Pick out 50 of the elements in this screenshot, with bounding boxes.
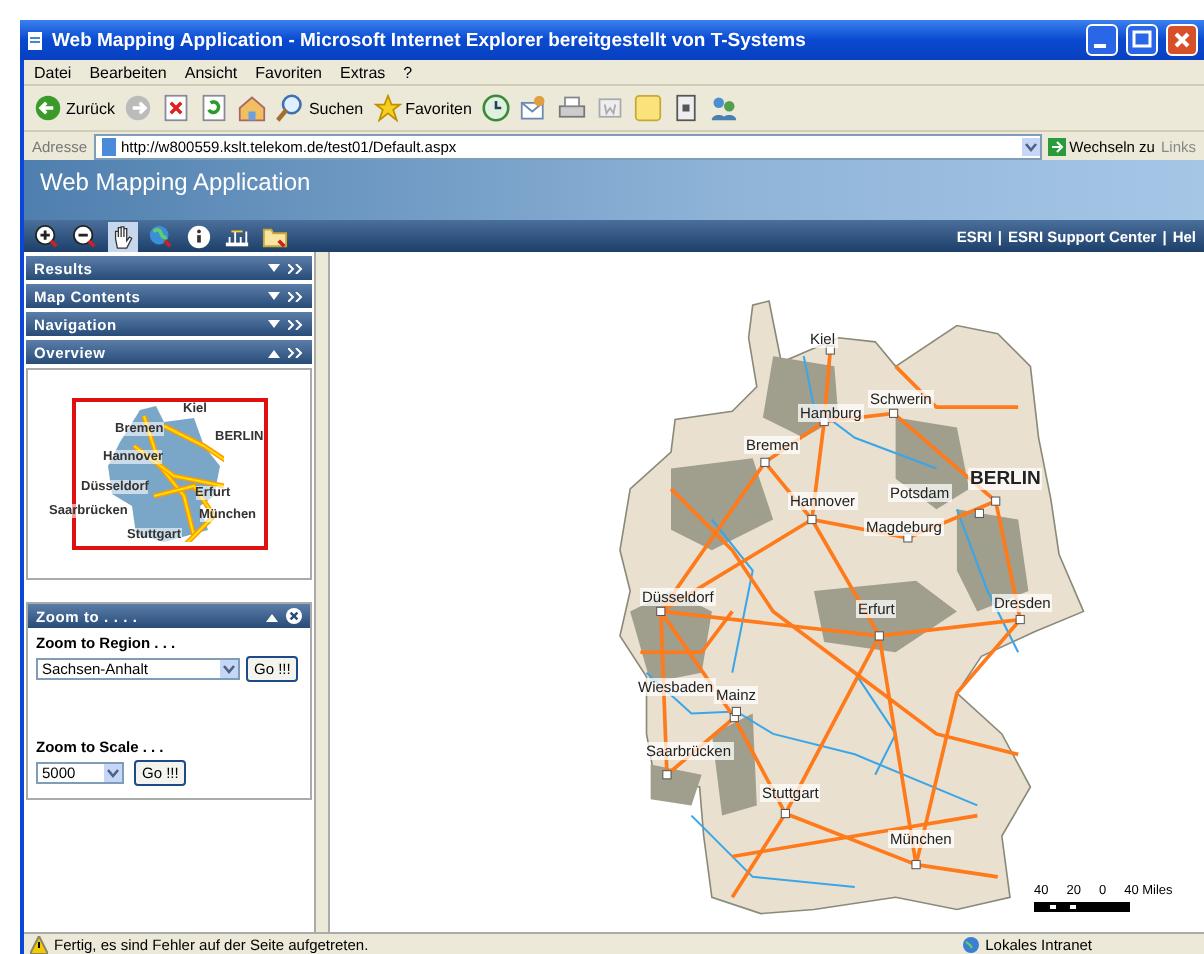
- zoom-in-tool[interactable]: [32, 221, 62, 251]
- minimize-icon[interactable]: [1086, 24, 1118, 56]
- double-chevron-icon[interactable]: [288, 319, 304, 329]
- close-icon[interactable]: [286, 608, 302, 624]
- back-icon: [34, 94, 62, 122]
- maximize-icon[interactable]: [1126, 24, 1158, 56]
- stop-icon[interactable]: [162, 94, 191, 122]
- refresh-icon[interactable]: [200, 94, 229, 122]
- scale-bar: [1034, 902, 1130, 912]
- collapse-arrow-icon[interactable]: [266, 611, 278, 621]
- menu-item[interactable]: Ansicht: [184, 63, 238, 81]
- people-icon[interactable]: [709, 94, 738, 122]
- device-icon[interactable]: [671, 94, 700, 122]
- zoom-out-tool[interactable]: [70, 221, 100, 251]
- globe-icon: [961, 935, 980, 953]
- collapse-arrow-icon[interactable]: [268, 347, 280, 357]
- page-icon: [26, 31, 44, 49]
- dropdown-arrow-icon[interactable]: [1021, 137, 1040, 155]
- toolbar-button[interactable]: Favoriten: [373, 94, 472, 122]
- menu-item[interactable]: ?: [403, 63, 413, 81]
- page-icon: [99, 137, 118, 155]
- history-icon[interactable]: [481, 94, 510, 122]
- menu-item[interactable]: Extras: [339, 63, 386, 81]
- mail-icon[interactable]: [519, 94, 548, 122]
- expand-arrow-icon[interactable]: [268, 291, 280, 301]
- globe-tool[interactable]: [146, 221, 176, 251]
- expand-arrow-icon[interactable]: [268, 263, 280, 273]
- expand-arrow-icon[interactable]: [268, 319, 280, 329]
- print-icon[interactable]: [557, 94, 586, 122]
- city-label: BERLIN: [968, 468, 1043, 490]
- info-tool[interactable]: [184, 221, 214, 251]
- home-icon[interactable]: [238, 94, 267, 122]
- warning-icon[interactable]: [30, 935, 48, 953]
- toolbar-button[interactable]: Suchen: [276, 94, 364, 122]
- favorites-icon: [373, 94, 402, 122]
- arrow-icon: [1047, 137, 1066, 155]
- toolbar-button[interactable]: Zurück: [34, 94, 115, 122]
- pan-tool[interactable]: [108, 221, 138, 251]
- dropdown-arrow-icon[interactable]: [220, 660, 238, 678]
- app-title: Web Mapping Application: [40, 168, 311, 196]
- search-icon: [276, 94, 305, 122]
- double-chevron-icon[interactable]: [288, 263, 304, 273]
- dropdown-arrow-icon[interactable]: [104, 764, 122, 782]
- window-title: Web Mapping Application - Microsoft Internet Explorer bereitgestellt von T-Systems: [52, 29, 808, 51]
- menu-item[interactable]: Favoriten: [255, 63, 322, 81]
- double-chevron-icon[interactable]: [288, 291, 304, 301]
- germany-map-drawing[interactable]: [619, 300, 1085, 915]
- menu-item[interactable]: Datei: [34, 63, 72, 81]
- double-chevron-icon[interactable]: [288, 347, 304, 357]
- menu-item[interactable]: Bearbeiten: [89, 63, 167, 81]
